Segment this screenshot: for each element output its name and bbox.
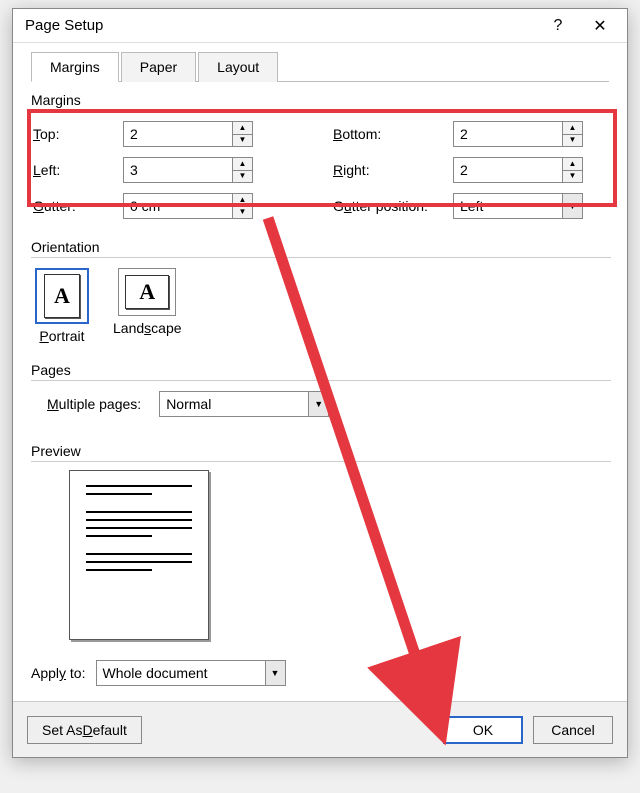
spin-up-icon[interactable]: ▲ — [233, 158, 252, 171]
margins-section-label: Margins — [31, 92, 611, 111]
multiple-pages-label: Multiple pages: — [47, 396, 141, 412]
bottom-input[interactable] — [454, 122, 562, 146]
gutter-spin-buttons[interactable]: ▲▼ — [232, 194, 252, 218]
pages-section-label: Pages — [31, 362, 611, 381]
preview-section-label: Preview — [31, 443, 611, 462]
apply-to-row: Apply to: Whole document ▼ — [29, 658, 611, 698]
page-icon: A — [44, 274, 80, 318]
right-label: Right: — [333, 162, 453, 178]
bottom-label: Bottom: — [333, 126, 453, 142]
dialog-body: Margins Paper Layout Margins Top: ▲▼ Bot… — [13, 43, 627, 757]
page-setup-dialog: Page Setup ? ✕ Margins Paper Layout Marg… — [12, 8, 628, 758]
dialog-title: Page Setup — [25, 17, 537, 34]
gutter-input[interactable] — [124, 194, 232, 218]
spin-down-icon[interactable]: ▼ — [233, 207, 252, 219]
chevron-down-icon[interactable]: ▼ — [562, 194, 582, 218]
right-spinner[interactable]: ▲▼ — [453, 157, 583, 183]
spin-up-icon[interactable]: ▲ — [563, 122, 582, 135]
cancel-button[interactable]: Cancel — [533, 716, 613, 744]
gutter-position-value: Left — [460, 198, 562, 214]
tab-paper[interactable]: Paper — [121, 52, 196, 82]
margins-grid: Top: ▲▼ Bottom: ▲▼ Left: ▲▼ Right: ▲▼ — [29, 113, 611, 229]
top-label: Top: — [33, 126, 123, 142]
right-spin-buttons[interactable]: ▲▼ — [562, 158, 582, 182]
spin-down-icon[interactable]: ▼ — [563, 135, 582, 147]
titlebar[interactable]: Page Setup ? ✕ — [13, 9, 627, 43]
chevron-down-icon[interactable]: ▼ — [308, 392, 328, 416]
landscape-label: Landscape — [113, 320, 182, 336]
portrait-icon: A — [35, 268, 89, 324]
apply-to-value: Whole document — [103, 665, 265, 681]
spin-up-icon[interactable]: ▲ — [233, 122, 252, 135]
orientation-portrait[interactable]: A Portrait — [35, 268, 89, 344]
top-spin-buttons[interactable]: ▲▼ — [232, 122, 252, 146]
gutter-position-select[interactable]: Left ▼ — [453, 193, 583, 219]
left-spin-buttons[interactable]: ▲▼ — [232, 158, 252, 182]
orientation-row: A Portrait A Landscape — [29, 260, 611, 352]
spin-down-icon[interactable]: ▼ — [563, 171, 582, 183]
left-label: Left: — [33, 162, 123, 178]
left-input[interactable] — [124, 158, 232, 182]
spin-down-icon[interactable]: ▼ — [233, 135, 252, 147]
preview-page — [69, 470, 209, 640]
tab-layout[interactable]: Layout — [198, 52, 278, 82]
multiple-pages-value: Normal — [166, 396, 308, 412]
left-spinner[interactable]: ▲▼ — [123, 157, 253, 183]
page-icon: A — [125, 275, 169, 309]
top-spinner[interactable]: ▲▼ — [123, 121, 253, 147]
right-input[interactable] — [454, 158, 562, 182]
spin-up-icon[interactable]: ▲ — [563, 158, 582, 171]
gutter-label: Gutter: — [33, 198, 123, 214]
ok-button[interactable]: OK — [443, 716, 523, 744]
button-bar: Set As Default OK Cancel — [13, 701, 627, 757]
multiple-pages-select[interactable]: Normal ▼ — [159, 391, 329, 417]
set-as-default-button[interactable]: Set As Default — [27, 716, 142, 744]
orientation-landscape[interactable]: A Landscape — [113, 268, 182, 344]
bottom-spin-buttons[interactable]: ▲▼ — [562, 122, 582, 146]
spin-down-icon[interactable]: ▼ — [233, 171, 252, 183]
tab-margins[interactable]: Margins — [31, 52, 119, 82]
help-button[interactable]: ? — [537, 12, 579, 40]
spin-up-icon[interactable]: ▲ — [233, 194, 252, 207]
orientation-section-label: Orientation — [31, 239, 611, 258]
apply-to-select[interactable]: Whole document ▼ — [96, 660, 286, 686]
pages-row: Multiple pages: Normal ▼ — [29, 383, 611, 433]
apply-to-label: Apply to: — [31, 665, 86, 681]
tabstrip: Margins Paper Layout — [31, 51, 609, 82]
landscape-icon: A — [118, 268, 176, 316]
gutter-spinner[interactable]: ▲▼ — [123, 193, 253, 219]
portrait-label: Portrait — [35, 328, 89, 344]
top-input[interactable] — [124, 122, 232, 146]
bottom-spinner[interactable]: ▲▼ — [453, 121, 583, 147]
chevron-down-icon[interactable]: ▼ — [265, 661, 285, 685]
close-button[interactable]: ✕ — [579, 12, 621, 40]
gutter-position-label: Gutter position: — [333, 198, 453, 214]
